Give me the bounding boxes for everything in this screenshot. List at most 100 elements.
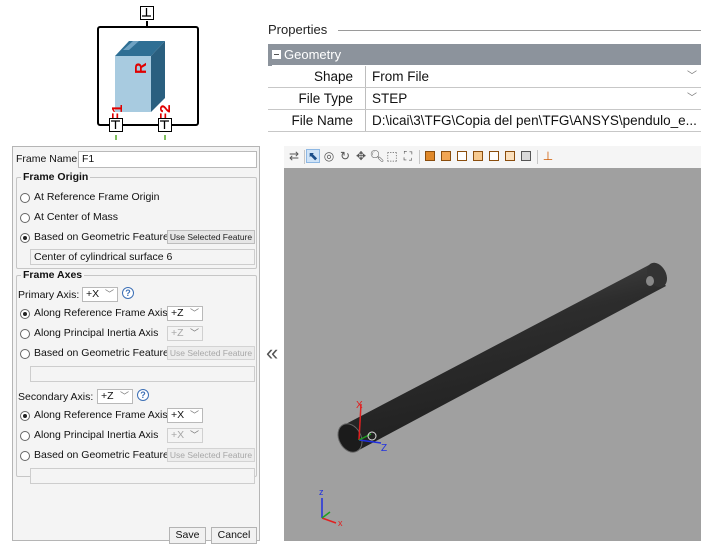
prop-name: File Name — [268, 110, 366, 131]
view-left-icon[interactable] — [455, 149, 469, 163]
frame-name-input[interactable]: F1 — [78, 151, 257, 168]
frame-origin-title: Frame Origin — [21, 171, 91, 183]
primary-axis-label: Primary Axis: — [18, 289, 80, 301]
radio-label: At Center of Mass — [34, 211, 119, 223]
primary-feature-field — [30, 366, 255, 382]
help-icon[interactable]: ? — [122, 287, 134, 299]
3d-viewer: ⇄ ⬉ ◎ ↻ ✥ 🔍︎ ⬚ ⛶ ⊥ X Z z x — [284, 146, 701, 541]
collapse-icon[interactable] — [272, 50, 281, 59]
triad-x-axis — [321, 517, 337, 524]
chevron-down-icon[interactable]: ﹀ — [687, 66, 697, 87]
block-icon[interactable]: R F1 F2 — [94, 4, 204, 146]
secondary-reference-select[interactable]: +X ﹀ — [167, 408, 203, 423]
block-body: R F1 F2 — [97, 26, 199, 126]
radio-label: At Reference Frame Origin — [34, 191, 160, 203]
radio-primary-reference[interactable] — [20, 309, 30, 319]
radio-primary-inertia[interactable] — [20, 329, 30, 339]
port-f2[interactable] — [158, 118, 172, 132]
body-label: R — [133, 62, 150, 74]
secondary-axis-select[interactable]: +Z ﹀ — [97, 389, 133, 404]
radio-secondary-inertia[interactable] — [20, 431, 30, 441]
radio-primary-geometric[interactable] — [20, 349, 30, 359]
rod-model: X Z z x — [319, 262, 668, 528]
chevron-down-icon: ﹀ — [189, 328, 199, 338]
properties-panel: Properties Geometry Shape From File ﹀ Fi… — [268, 22, 701, 134]
collapse-panel-button[interactable]: « — [266, 340, 278, 366]
primary-reference-select[interactable]: +Z ﹀ — [167, 306, 203, 321]
viewer-toolbar: ⇄ ⬉ ◎ ↻ ✥ 🔍︎ ⬚ ⛶ ⊥ — [284, 146, 701, 168]
prop-row-file-type[interactable]: File Type STEP ﹀ — [268, 88, 701, 110]
radio-label: Along Principal Inertia Axis — [34, 327, 159, 339]
radio-secondary-geometric[interactable] — [20, 451, 30, 461]
geometry-section-label: Geometry — [284, 47, 342, 62]
secondary-inertia-select: +X ﹀ — [167, 428, 203, 443]
prop-row-file-name[interactable]: File Name D:\icai\3\TFG\Copia del pen\TF… — [268, 110, 701, 132]
triad-x-label: x — [338, 518, 343, 528]
rod-hole — [646, 276, 654, 286]
view-back-icon[interactable] — [439, 149, 453, 163]
radio-label: Based on Geometric Feature — [34, 347, 169, 359]
orbit-icon[interactable]: ◎ — [322, 149, 336, 163]
prop-row-shape[interactable]: Shape From File ﹀ — [268, 66, 701, 88]
chevron-down-icon: ﹀ — [189, 430, 199, 440]
radio-label: Along Principal Inertia Axis — [34, 429, 159, 441]
chevron-down-icon[interactable]: ﹀ — [687, 88, 697, 109]
select-icon[interactable]: ⬉ — [306, 149, 320, 163]
secondary-feature-field — [30, 468, 255, 484]
view-top-icon[interactable] — [487, 149, 501, 163]
chevron-down-icon: ﹀ — [189, 308, 199, 318]
prop-name: Shape — [268, 66, 366, 87]
chevron-down-icon: ﹀ — [104, 289, 114, 299]
save-button[interactable]: Save — [169, 527, 206, 544]
rod-body — [342, 265, 666, 450]
secondary-axis-label: Secondary Axis: — [18, 391, 94, 403]
frame-name-label: Frame Name: — [16, 153, 81, 165]
radio-origin-geometric[interactable] — [20, 233, 30, 243]
secondary-use-selected-button: Use Selected Feature — [167, 448, 255, 462]
file-name-field[interactable]: D:\icai\3\TFG\Copia del pen\TFG\ANSYS\pe… — [368, 110, 701, 131]
origin-feature-field: Center of cylindrical surface 6 — [30, 249, 255, 265]
port-f1[interactable] — [109, 118, 123, 132]
radio-label: Based on Geometric Feature — [34, 449, 169, 461]
radio-origin-reference[interactable] — [20, 193, 30, 203]
chevron-down-icon: ﹀ — [189, 410, 199, 420]
radio-label: Along Reference Frame Axis — [34, 409, 168, 421]
triad-z-label: z — [319, 487, 324, 497]
radio-origin-com[interactable] — [20, 213, 30, 223]
primary-inertia-select: +Z ﹀ — [167, 326, 203, 341]
frame-x-label: X — [356, 400, 363, 411]
port-f2-connector — [164, 135, 166, 140]
prop-name: File Type — [268, 88, 366, 109]
frame-origin-group: Frame Origin At Reference Frame Origin A… — [16, 171, 257, 269]
radio-label: Along Reference Frame Axis — [34, 307, 168, 319]
properties-title: Properties — [268, 22, 331, 37]
pan-icon[interactable]: ✥ — [354, 149, 368, 163]
port-f1-connector — [115, 135, 117, 140]
help-icon[interactable]: ? — [137, 389, 149, 401]
top-port — [140, 6, 154, 20]
use-selected-feature-button[interactable]: Use Selected Feature — [167, 230, 255, 244]
triad-icon[interactable]: ⊥ — [541, 149, 555, 163]
radio-label: Based on Geometric Feature — [34, 231, 169, 243]
cancel-button[interactable]: Cancel — [211, 527, 257, 544]
view-front-icon[interactable] — [423, 149, 437, 163]
transform-icon[interactable]: ⇄ — [287, 149, 301, 163]
view-bottom-icon[interactable] — [503, 149, 517, 163]
zoom-box-icon[interactable]: ⬚ — [385, 149, 399, 163]
frame-axes-title: Frame Axes — [21, 269, 85, 281]
frame-axes-group: Frame Axes Primary Axis: +X ﹀ ? Along Ref… — [16, 269, 257, 484]
view-iso-icon[interactable] — [519, 149, 533, 163]
zoom-icon[interactable]: 🔍︎ — [369, 149, 384, 163]
triad-y-axis — [321, 511, 331, 519]
geometry-section-header[interactable]: Geometry — [268, 44, 701, 65]
shape-dropdown[interactable]: From File — [368, 66, 701, 87]
radio-secondary-reference[interactable] — [20, 411, 30, 421]
primary-use-selected-button: Use Selected Feature — [167, 346, 255, 360]
fit-icon[interactable]: ⛶ — [401, 149, 415, 163]
view-right-icon[interactable] — [471, 149, 485, 163]
rotate-icon[interactable]: ↻ — [338, 149, 352, 163]
primary-axis-select[interactable]: +X ﹀ — [82, 287, 118, 302]
frame-panel: Frame Name: F1 Frame Origin At Reference… — [12, 146, 260, 544]
3d-canvas[interactable]: X Z z x — [284, 168, 701, 541]
file-type-dropdown[interactable]: STEP — [368, 88, 701, 109]
